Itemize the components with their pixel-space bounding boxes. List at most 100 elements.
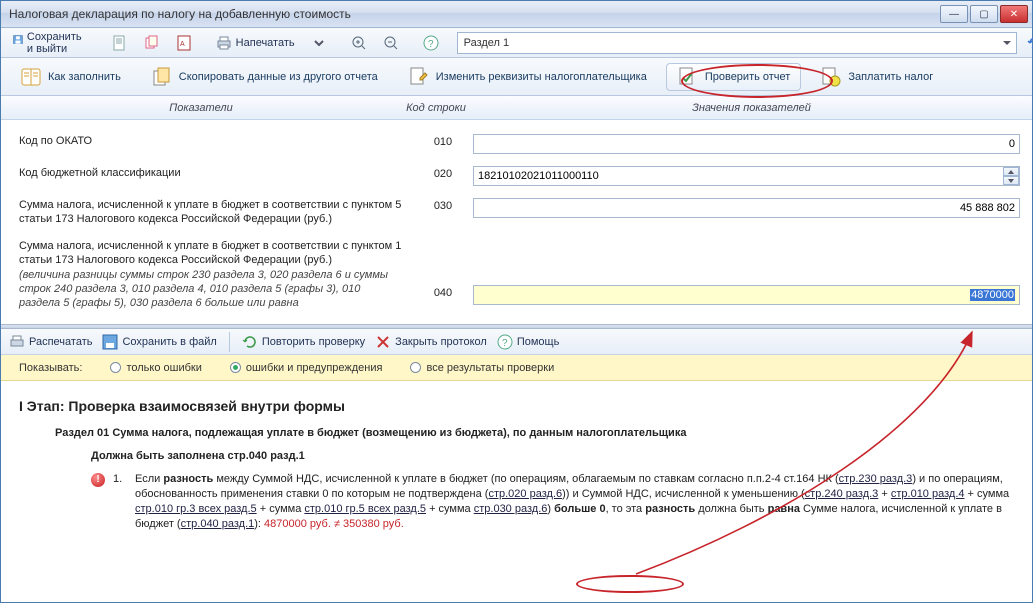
column-headers: Показатели Код строки Значения показател… <box>1 96 1032 120</box>
separator <box>229 332 230 352</box>
window-title: Налоговая декларация по налогу на добавл… <box>5 7 938 21</box>
link-str020r6[interactable]: стр.020 разд.6 <box>488 488 562 500</box>
spin-up[interactable] <box>1003 167 1019 176</box>
tool-icon-2[interactable] <box>138 32 166 54</box>
copy-label: Скопировать данные из другого отчета <box>179 71 378 83</box>
book-icon <box>20 66 42 88</box>
code: 020 <box>413 166 473 180</box>
proto-save-button[interactable]: Сохранить в файл <box>102 334 216 350</box>
filter-all[interactable]: все результаты проверки <box>410 362 554 374</box>
proto-save-label: Сохранить в файл <box>122 336 216 348</box>
minimize-button[interactable]: — <box>940 5 968 23</box>
mismatch-text: 4870000 руб. ≠ 350380 руб. <box>264 518 404 530</box>
opt3-label: все результаты проверки <box>426 362 554 374</box>
titlebar: Налоговая декларация по налогу на добавл… <box>1 1 1032 28</box>
copy-report-icon <box>151 66 173 88</box>
filter-errors-only[interactable]: только ошибки <box>110 362 201 374</box>
help-button[interactable]: ? <box>417 32 445 54</box>
save-exit-icon <box>13 35 23 51</box>
opt2-label: ошибки и предупреждения <box>246 362 383 374</box>
sum040-value: 4870000 <box>970 289 1015 301</box>
copy-data-button[interactable]: Скопировать данные из другого отчета <box>140 63 389 91</box>
spin-down[interactable] <box>1003 176 1019 185</box>
label-note: (величина разницы суммы строк 230 раздел… <box>19 269 403 310</box>
label-main: Сумма налога, исчисленной к уплате в бюд… <box>19 240 401 266</box>
code: 040 <box>413 239 473 299</box>
close-button[interactable]: ✕ <box>1000 5 1028 23</box>
code: 030 <box>413 198 473 212</box>
item-text: Если разность между Суммой НДС, исчислен… <box>135 472 1014 531</box>
link-str010g3[interactable]: стр.010 гр.3 всех разд.5 <box>135 503 257 515</box>
maximize-button[interactable]: ▢ <box>970 5 998 23</box>
kbk-input[interactable] <box>473 166 1020 186</box>
opt1-label: только ошибки <box>126 362 201 374</box>
form-area: Код по ОКАТО 010 Код бюджетной классифик… <box>1 120 1032 324</box>
command-bar: Как заполнить Скопировать данные из друг… <box>1 58 1032 96</box>
tool-icon-1[interactable] <box>106 32 134 54</box>
code: 010 <box>413 134 473 148</box>
label: Сумма налога, исчисленной к уплате в бюд… <box>19 198 413 227</box>
check-report-button[interactable]: Проверить отчет <box>666 63 802 91</box>
link-str240[interactable]: стр.240 разд.3 <box>805 488 879 500</box>
close-icon <box>375 334 391 350</box>
sheet-icon <box>112 35 128 51</box>
edit-icon <box>408 66 430 88</box>
item-number: 1. <box>113 472 127 531</box>
link-str010g5[interactable]: стр.010 гр.5 всех разд.5 <box>304 503 426 515</box>
proto-close-button[interactable]: Закрыть протокол <box>375 334 487 350</box>
col-code: Код строки <box>401 102 471 114</box>
proto-close-label: Закрыть протокол <box>395 336 487 348</box>
row-kbk: Код бюджетной классификации 020 <box>19 160 1020 192</box>
link-str010r4[interactable]: стр.010 разд.4 <box>891 488 965 500</box>
stage-title: I Этап: Проверка взаимосвязей внутри фор… <box>19 397 1014 416</box>
col-values: Значения показателей <box>471 102 1032 114</box>
refresh-icon <box>1027 35 1033 51</box>
zoom-out-button[interactable] <box>377 32 405 54</box>
label: Сумма налога, исчисленной к уплате в бюд… <box>19 239 413 311</box>
proto-print-button[interactable]: Распечатать <box>9 334 92 350</box>
check-label: Проверить отчет <box>705 71 791 83</box>
copy-icon <box>144 35 160 51</box>
print-label: Напечатать <box>236 37 295 49</box>
error-icon: ! <box>91 473 105 487</box>
svg-text:?: ? <box>428 39 434 50</box>
pay-label: Заплатить налог <box>848 71 933 83</box>
check-icon <box>677 66 699 88</box>
how-to-fill-button[interactable]: Как заполнить <box>9 63 132 91</box>
change-requisites-button[interactable]: Изменить реквизиты налогоплательщика <box>397 63 658 91</box>
main-toolbar: Сохранить и выйти A Напечатать ? Раздел … <box>1 28 1032 58</box>
proto-help-button[interactable]: ?Помощь <box>497 334 560 350</box>
filter-errors-warnings[interactable]: ошибки и предупреждения <box>230 362 383 374</box>
link-str040r1[interactable]: стр.040 разд.1 <box>181 518 255 530</box>
tool-icon-pdf[interactable]: A <box>170 32 198 54</box>
proto-help-label: Помощь <box>517 336 560 348</box>
link-str230[interactable]: стр.230 разд.3 <box>839 473 913 485</box>
link-str030r6[interactable]: стр.030 разд.6 <box>474 503 548 515</box>
protocol-toolbar: Распечатать Сохранить в файл Повторить п… <box>1 329 1032 355</box>
row-okato: Код по ОКАТО 010 <box>19 128 1020 160</box>
svg-text:A: A <box>180 41 185 48</box>
proto-repeat-button[interactable]: Повторить проверку <box>242 334 365 350</box>
printer-icon <box>9 334 25 350</box>
okato-input[interactable] <box>473 134 1020 154</box>
zoom-in-icon <box>351 35 367 51</box>
sum030-input[interactable] <box>473 198 1020 218</box>
save-and-exit-button[interactable]: Сохранить и выйти <box>7 32 94 54</box>
sum040-input[interactable]: 4870000 <box>473 285 1020 305</box>
section-value: Раздел 1 <box>464 37 510 49</box>
zoom-in-button[interactable] <box>345 32 373 54</box>
section-combo[interactable]: Раздел 1 <box>457 32 1017 54</box>
section-title: Раздел 01 Сумма налога, подлежащая уплат… <box>55 426 1014 441</box>
howto-label: Как заполнить <box>48 71 121 83</box>
save-exit-label: Сохранить и выйти <box>27 31 88 55</box>
print-button[interactable]: Напечатать <box>210 32 301 54</box>
disk-icon <box>102 334 118 350</box>
row-040: Сумма налога, исчисленной к уплате в бюд… <box>19 233 1020 317</box>
pdf-icon: A <box>176 35 192 51</box>
pay-tax-button[interactable]: Заплатить налог <box>809 63 944 91</box>
col-indicators: Показатели <box>1 102 401 114</box>
print-dropdown[interactable] <box>305 32 333 54</box>
refresh-button[interactable] <box>1021 32 1033 54</box>
spinner[interactable] <box>1003 167 1019 185</box>
chevron-down-icon <box>311 35 327 51</box>
